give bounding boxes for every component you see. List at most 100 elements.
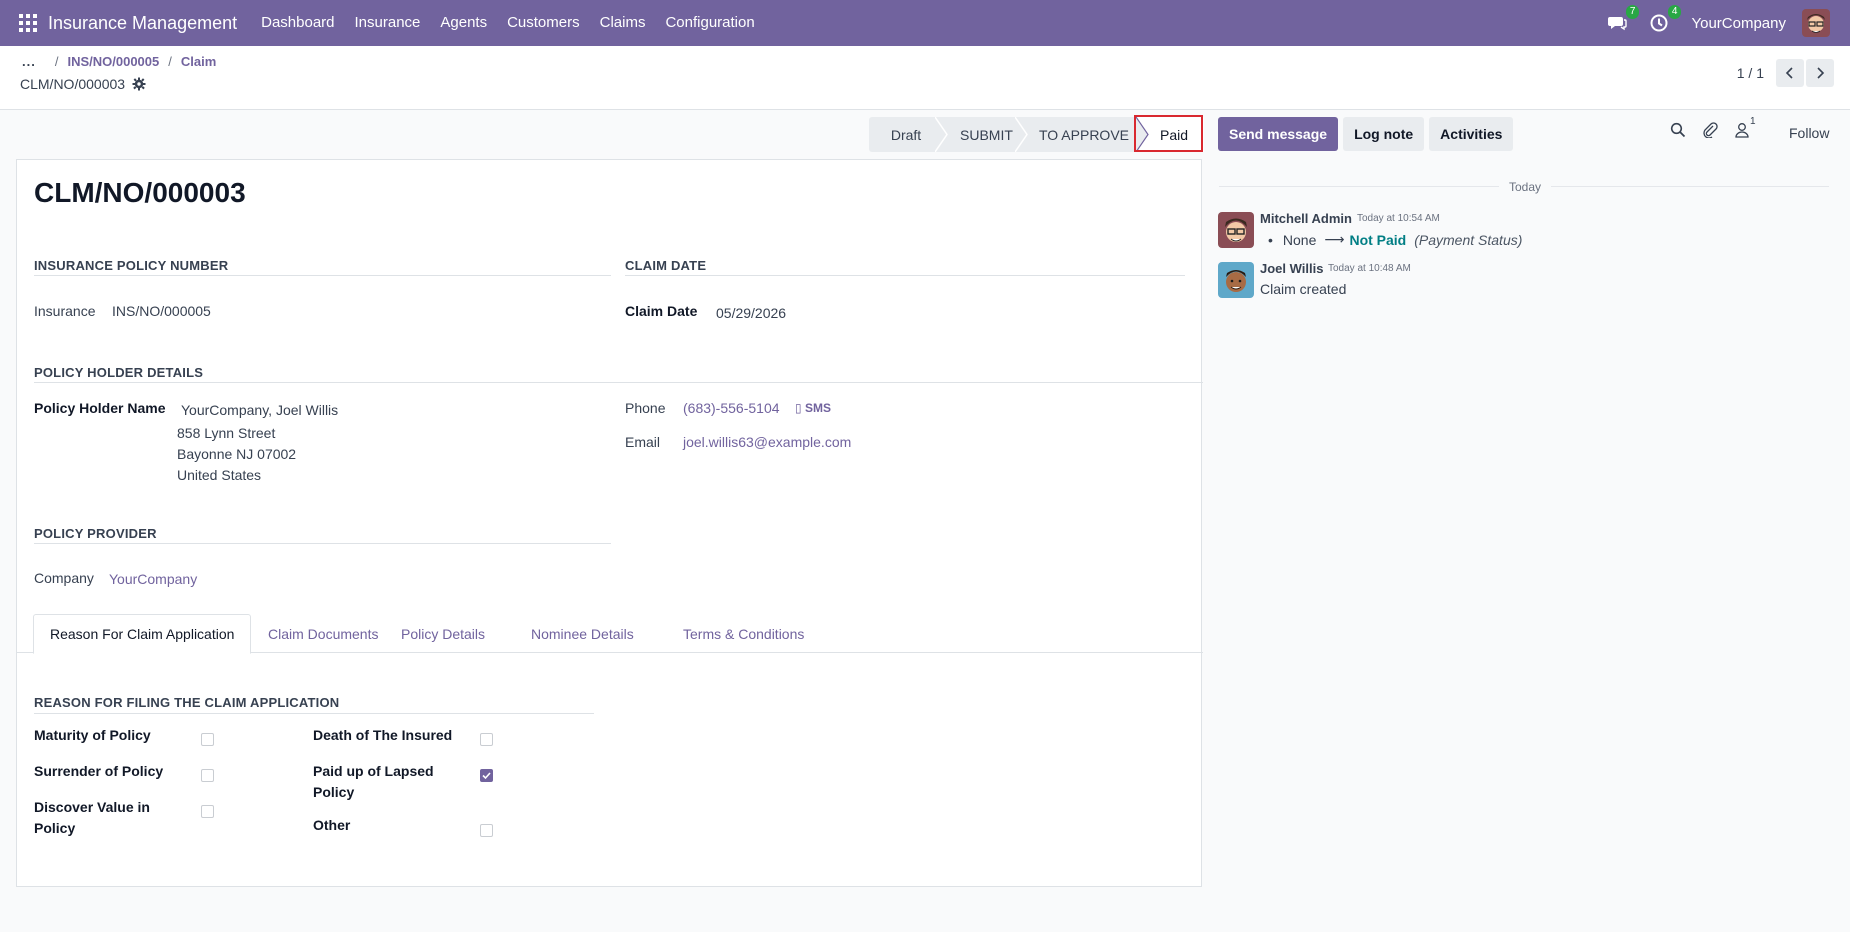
holder-city: Bayonne NJ 07002 [177, 446, 297, 462]
followers-count: 1 [1750, 116, 1756, 127]
pager-next-button[interactable] [1806, 59, 1834, 87]
main-menu: Dashboard Insurance Agents Customers Cla… [251, 0, 765, 46]
message-author[interactable]: Mitchell Admin [1260, 211, 1352, 226]
other-checkbox[interactable] [480, 824, 493, 837]
pager: 1 / 1 [1737, 59, 1834, 87]
apps-grid-icon[interactable] [19, 14, 37, 32]
death-checkbox[interactable] [480, 733, 493, 746]
check-icon [482, 772, 491, 780]
tab-terms-conditions[interactable]: Terms & Conditions [667, 614, 820, 654]
menu-insurance[interactable]: Insurance [345, 0, 431, 46]
activities-clock-icon[interactable]: 4 [1649, 5, 1682, 33]
menu-customers[interactable]: Customers [497, 0, 590, 46]
active-stage-highlight [1134, 115, 1203, 152]
gear-icon[interactable] [132, 77, 146, 91]
email-link[interactable]: joel.willis63@example.com [683, 434, 851, 450]
tab-claim-documents[interactable]: Claim Documents [252, 614, 394, 654]
record-title-text: CLM/NO/000003 [20, 76, 126, 92]
activities-button[interactable]: Activities [1429, 117, 1514, 151]
maturity-checkbox[interactable] [201, 733, 214, 746]
stage-submit[interactable]: SUBMIT [935, 117, 1015, 152]
mobile-icon: ▯ [795, 401, 802, 415]
paid-up-label: Paid up of Lapsed Policy [313, 763, 434, 800]
maturity-label: Maturity of Policy [34, 727, 151, 743]
tracked-field: (Payment Status) [1414, 231, 1523, 248]
stage-to-approve[interactable]: TO APPROVE [1015, 117, 1136, 152]
followers-user-icon[interactable]: 1 [1734, 116, 1762, 140]
holder-name-field[interactable]: YourCompany, Joel Willis [181, 402, 338, 418]
menu-agents[interactable]: Agents [430, 0, 497, 46]
menu-claims[interactable]: Claims [590, 0, 656, 46]
death-label: Death of The Insured [313, 727, 453, 743]
company-link[interactable]: YourCompany [109, 571, 197, 587]
log-note-button[interactable]: Log note [1343, 117, 1425, 151]
date-separator-label: Today [1499, 180, 1552, 194]
notebook-tabs: Reason For Claim Application Claim Docum… [17, 614, 1203, 654]
app-name[interactable]: Insurance Management [48, 13, 237, 34]
menu-dashboard[interactable]: Dashboard [251, 0, 344, 46]
form-sheet: CLM/NO/000003 INSURANCE POLICY NUMBER In… [16, 159, 1203, 887]
surrender-checkbox[interactable] [201, 769, 214, 782]
holder-label: Policy Holder Name [34, 400, 166, 416]
holder-group-title: POLICY HOLDER DETAILS [34, 365, 204, 380]
phone-label: Phone [625, 400, 666, 416]
surrender-label: Surrender of Policy [34, 763, 164, 779]
discover-value-checkbox[interactable] [201, 805, 214, 818]
chevron-left-icon [1785, 67, 1793, 79]
company-label: Company [34, 570, 94, 586]
message-body: Claim created [1260, 281, 1347, 297]
chevron-right-icon [1817, 67, 1825, 79]
provider-group-title: POLICY PROVIDER [34, 526, 157, 541]
claim-name-field[interactable]: CLM/NO/000003 [34, 177, 246, 209]
user-avatar[interactable] [1802, 9, 1830, 37]
message-time: Today at 10:54 AM [1357, 213, 1440, 224]
insurance-group-title: INSURANCE POLICY NUMBER [34, 258, 229, 273]
sms-button[interactable]: ▯ SMS [795, 401, 831, 415]
pager-value[interactable]: 1 / 1 [1737, 65, 1764, 81]
avatar[interactable] [1218, 262, 1254, 298]
message-time: Today at 10:48 AM [1328, 263, 1411, 274]
follow-button[interactable]: Follow [1789, 125, 1829, 141]
tracking-change: • None ⟶ Not Paid (Payment Status) [1268, 231, 1523, 248]
claim-date-group-title: CLAIM DATE [625, 258, 707, 273]
control-panel: ... / INS/NO/000005 / Claim CLM/NO/00000… [0, 46, 1850, 110]
old-value: None [1282, 231, 1317, 248]
messages-badge: 7 [1625, 5, 1640, 19]
message-author[interactable]: Joel Willis [1260, 261, 1323, 276]
arrow-right-icon: ⟶ [1324, 231, 1345, 247]
other-label: Other [313, 817, 351, 833]
holder-country: United States [177, 467, 262, 483]
messages-icon[interactable]: 7 [1607, 5, 1640, 33]
insurance-label: Insurance [34, 303, 96, 319]
tab-reason[interactable]: Reason For Claim Application [33, 614, 252, 654]
activities-badge: 4 [1667, 5, 1682, 19]
stage-draft[interactable]: Draft [869, 117, 935, 152]
tab-nominee-details[interactable]: Nominee Details [515, 614, 650, 654]
insurance-field[interactable]: INS/NO/000005 [112, 303, 211, 319]
new-value: Not Paid [1349, 231, 1407, 248]
company-switcher[interactable]: YourCompany [1691, 15, 1786, 32]
chatter-icons: 1 [1670, 116, 1776, 140]
paperclip-icon[interactable] [1702, 122, 1720, 140]
email-label: Email [625, 434, 661, 450]
send-message-button[interactable]: Send message [1218, 117, 1339, 151]
menu-configuration[interactable]: Configuration [655, 0, 764, 46]
breadcrumb-insurance[interactable]: INS/NO/000005 [67, 54, 159, 69]
avatar[interactable] [1218, 212, 1254, 248]
claim-date-label: Claim Date [625, 303, 698, 319]
holder-street: 858 Lynn Street [177, 425, 276, 441]
discover-value-label: Discover Value in Policy [34, 799, 150, 836]
paid-up-checkbox[interactable] [480, 769, 493, 782]
top-navbar: Insurance Management Dashboard Insurance… [0, 0, 1850, 46]
chatter-topbar: Send message Log note Activities [1218, 117, 1514, 152]
breadcrumb-claim[interactable]: Claim [181, 54, 216, 69]
reason-group-title: REASON FOR FILING THE CLAIM APPLICATION [34, 695, 340, 710]
breadcrumb: ... / INS/NO/000005 / Claim [22, 54, 217, 69]
tab-policy-details[interactable]: Policy Details [385, 614, 501, 654]
breadcrumb-more-button[interactable]: ... [22, 54, 36, 69]
claim-date-field[interactable]: 05/29/2026 [716, 305, 786, 321]
pager-previous-button[interactable] [1776, 59, 1804, 87]
record-title: CLM/NO/000003 [20, 76, 146, 92]
search-icon[interactable] [1670, 122, 1688, 140]
phone-link[interactable]: (683)-556-5104 [683, 400, 780, 416]
